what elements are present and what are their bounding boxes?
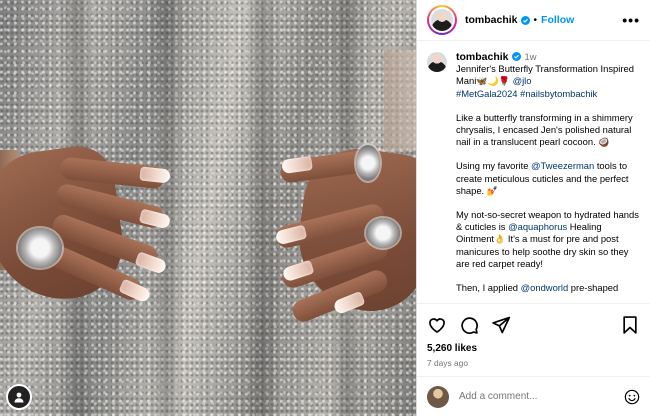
current-user-avatar [427, 385, 449, 408]
person-icon [14, 392, 24, 403]
mention-aquaphorus[interactable]: @aquaphorus [508, 221, 567, 232]
caption: tombachik 1w Jennifer's Butterfly Transfo… [427, 51, 640, 294]
mention-ondworld[interactable]: @ondworld [521, 282, 569, 293]
hashtags[interactable]: #MetGala2024 #nailsbytombachik [456, 88, 640, 100]
post-photo[interactable] [0, 0, 416, 416]
verified-icon [511, 52, 521, 61]
follow-button[interactable]: Follow [541, 14, 574, 26]
nail-polish-emoji: 💅 [486, 185, 498, 196]
heart-icon[interactable] [427, 315, 447, 335]
share-icon[interactable] [491, 315, 511, 335]
diamond-ring [356, 145, 380, 181]
caption-paragraph: My not-so-secret weapon to hydrated hand… [456, 209, 639, 269]
caption-paragraph: Using my favorite @Tweezerman tools to c… [456, 160, 629, 196]
bookmark-icon[interactable] [620, 315, 640, 335]
post-date[interactable]: 7 days ago [427, 358, 640, 368]
comment-input[interactable] [459, 391, 609, 402]
mention-tweezerman[interactable]: @Tweezerman [531, 160, 594, 171]
nail [139, 166, 171, 184]
mention-jlo[interactable]: @jlo [513, 75, 532, 86]
avatar[interactable] [427, 52, 447, 72]
verified-icon [520, 15, 530, 25]
caption-section: tombachik 1w Jennifer's Butterfly Transfo… [417, 41, 650, 303]
username[interactable]: tombachik [465, 14, 518, 26]
ok-hand-emoji: 👌 [494, 234, 506, 245]
post-actions: 5,260 likes 7 days ago [417, 303, 650, 368]
avatar [431, 9, 453, 31]
action-icons [427, 314, 640, 336]
diamond-ring [366, 218, 400, 248]
butterfly-moon-rose-emojis: 🦋🌙🌹 [476, 76, 510, 87]
caption-text: tombachik 1w Jennifer's Butterfly Transfo… [456, 51, 640, 294]
comment-icon[interactable] [459, 315, 479, 335]
tagged-user-icon[interactable] [6, 384, 32, 410]
diamond-ring [18, 228, 62, 268]
separator-dot: • [533, 14, 538, 26]
emoji-icon[interactable] [624, 389, 640, 405]
post-time[interactable]: 1w [525, 51, 537, 62]
more-options-icon[interactable]: ••• [622, 13, 640, 27]
caption-paragraph: Like a butterfly transforming in a shimm… [456, 111, 633, 148]
likes-count[interactable]: 5,260 likes [427, 343, 640, 354]
post-sidebar: tombachik • Follow ••• tombachik 1w Jenni… [416, 0, 650, 416]
post-header: tombachik • Follow ••• [417, 0, 650, 41]
comment-bar [417, 376, 650, 416]
caption-paragraph: Then, I applied @ondworld pre-shaped [456, 282, 619, 294]
caption-username[interactable]: tombachik [456, 51, 509, 63]
coconut-emoji: 🥥 [598, 137, 610, 148]
story-ring[interactable] [427, 5, 457, 35]
